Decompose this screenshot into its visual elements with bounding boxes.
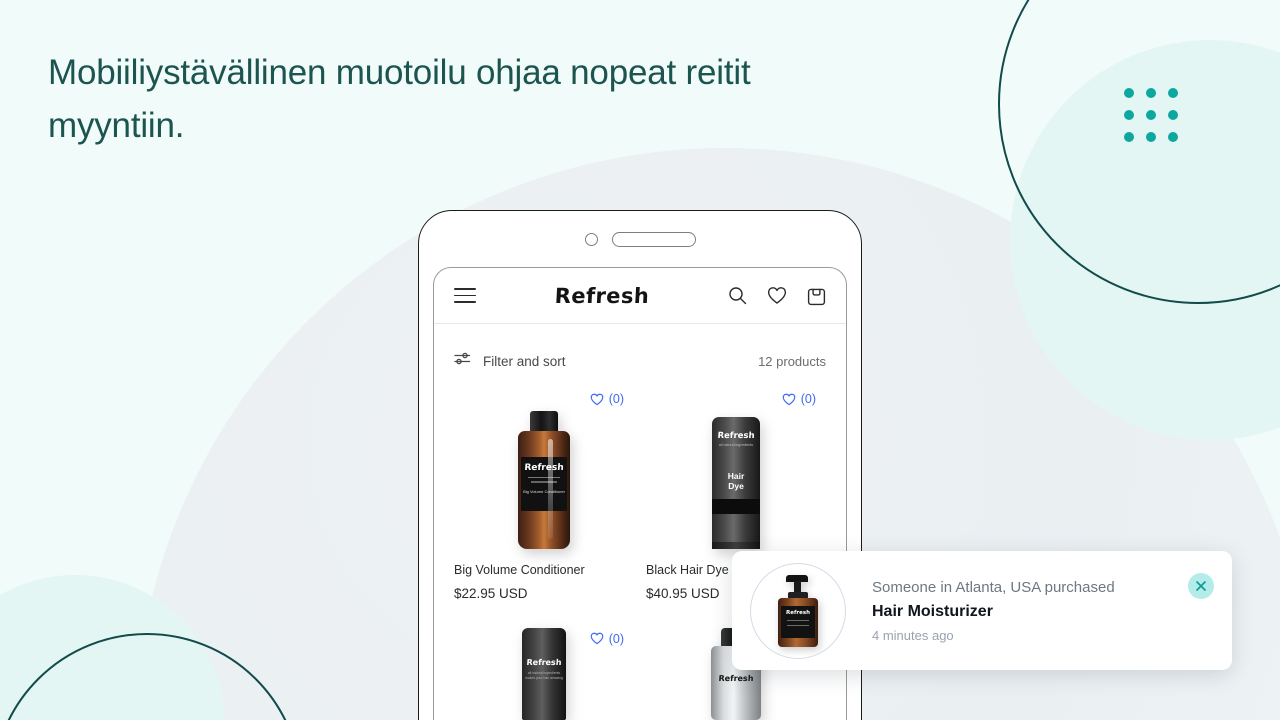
bottle-label: Refresh [781, 605, 815, 638]
bottle-label-logo: Refresh [785, 609, 811, 616]
tube-product-name: Hair Dye [727, 471, 745, 492]
search-icon[interactable] [728, 286, 747, 305]
toast-message: Someone in Atlanta, USA purchased [872, 578, 1115, 596]
favorite-count: (0) [608, 392, 624, 406]
product-image[interactable]: Refresh Big Volume Conditioner (0) [454, 384, 634, 549]
hamburger-line [454, 294, 476, 297]
product-image[interactable]: Refresh all natural ingredients Hair Dye … [646, 384, 826, 549]
bottle-label-line [787, 619, 809, 621]
tube-subtext: all natural ingredients [718, 443, 754, 447]
purchase-notification-toast[interactable]: Refresh Someone in Atlanta, USA purchase… [732, 551, 1232, 670]
favorite-count: (0) [800, 392, 816, 406]
product-thumbnail: Refresh [750, 562, 846, 659]
bottle-highlight [548, 439, 553, 539]
grid-dot [1146, 110, 1156, 120]
tube-band [712, 499, 760, 514]
close-icon[interactable] [1188, 573, 1214, 599]
dot-grid-icon [1124, 88, 1178, 142]
heart-outline-icon [590, 632, 604, 645]
hamburger-line [454, 288, 476, 290]
bottle-label-line [787, 624, 809, 626]
product-card[interactable]: Refresh all natural ingredients makes you… [448, 610, 640, 720]
store-logo[interactable]: Refresh [475, 284, 728, 308]
hamburger-line [454, 301, 476, 303]
brown-bottle-icon: Refresh Big Volume Conditioner [518, 411, 570, 549]
grid-dot [1124, 110, 1134, 120]
tube-crimp [712, 542, 760, 549]
grid-dot [1168, 110, 1178, 120]
shopping-bag-icon[interactable] [807, 286, 826, 306]
bottle-label-line [531, 481, 557, 483]
black-tube-small-icon: Refresh all natural ingredients makes you… [522, 627, 566, 720]
camera-dot-icon [584, 232, 598, 246]
filter-and-sort-button[interactable]: Filter and sort [454, 351, 566, 371]
bottle-label-sub: Big Volume Conditioner [523, 488, 565, 494]
heart-icon[interactable] [767, 286, 787, 305]
product-price: $22.95 USD [454, 586, 528, 601]
product-count: 12 products [758, 353, 826, 369]
product-card[interactable]: Refresh Big Volume Conditioner (0) Big V… [448, 384, 640, 610]
bottle-label: Refresh Big Volume Conditioner [521, 457, 567, 511]
bottle-logo: Refresh [718, 673, 754, 683]
filter-label: Filter and sort [483, 353, 566, 369]
grid-dot [1146, 132, 1156, 142]
tube-logo: Refresh [526, 657, 562, 667]
toast-product: Hair Moisturizer [872, 602, 993, 620]
pump-bottle-icon: Refresh [778, 574, 818, 647]
bottle-cap [530, 411, 558, 433]
favorite-count: (0) [608, 631, 624, 646]
black-tube-icon: Refresh all natural ingredients Hair Dye [712, 417, 760, 549]
grid-dot [1146, 88, 1156, 98]
grid-dot [1124, 88, 1134, 98]
toast-content: Someone in Atlanta, USA purchased Hair M… [846, 579, 1188, 643]
grid-dot [1168, 132, 1178, 142]
filter-sliders-icon [454, 351, 471, 371]
toast-timestamp: 4 minutes ago [872, 627, 954, 643]
store-header: Refresh [434, 268, 846, 324]
grid-dot [1124, 132, 1134, 142]
favorite-button[interactable]: (0) [782, 392, 816, 406]
product-title: Big Volume Conditioner [454, 563, 585, 577]
grid-dot [1168, 88, 1178, 98]
phone-notch [419, 211, 861, 267]
filter-bar: Filter and sort 12 products [434, 338, 846, 384]
favorite-button[interactable]: (0) [590, 392, 624, 406]
bottle-label-logo: Refresh [524, 463, 564, 473]
hamburger-menu-icon[interactable] [454, 288, 476, 303]
product-image[interactable]: Refresh all natural ingredients makes you… [454, 627, 634, 720]
favorite-button[interactable]: (0) [590, 632, 624, 646]
tube-subtext: all natural ingredients makes your hair a… [525, 670, 563, 680]
speaker-slot-icon [611, 231, 696, 247]
header-icon-group [728, 286, 826, 306]
heart-outline-icon [590, 393, 604, 406]
bottle-label-line [528, 477, 560, 479]
heart-outline-icon [782, 393, 796, 406]
tube-logo: Refresh [717, 431, 755, 441]
page-headline: Mobiiliystävällinen muotoilu ohjaa nopea… [48, 53, 751, 146]
